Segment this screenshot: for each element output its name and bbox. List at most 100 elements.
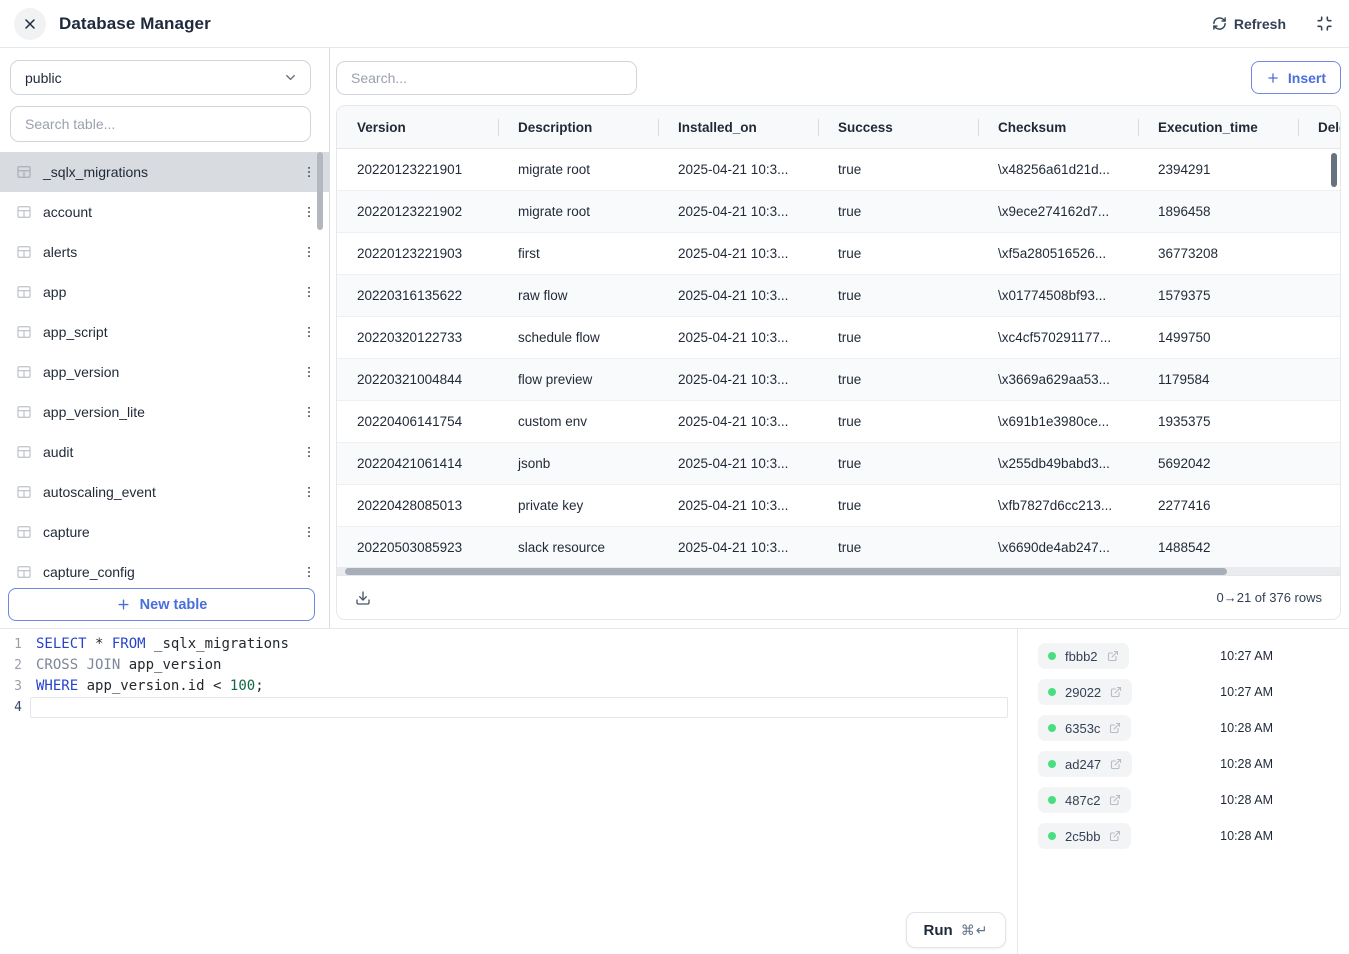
run-button[interactable]: Run ⌘↵ [906,912,1006,948]
table-row[interactable]: 20220320122733schedule flow2025-04-21 10… [337,317,1340,359]
table-cell[interactable]: first [498,233,658,274]
table-cell[interactable] [1298,485,1341,526]
table-row[interactable]: 20220406141754custom env2025-04-21 10:3.… [337,401,1340,443]
insert-button[interactable]: Insert [1251,61,1341,94]
table-cell[interactable]: \x01774508bf93... [978,275,1138,316]
table-cell[interactable] [1298,233,1341,274]
table-menu-button[interactable] [296,439,322,465]
table-row[interactable]: 20220316135622raw flow2025-04-21 10:3...… [337,275,1340,317]
sidebar-table-item[interactable]: app [0,272,330,312]
column-header[interactable]: Checksum [978,106,1138,148]
table-cell[interactable] [1298,317,1341,358]
table-cell[interactable]: 20220503085923 [337,527,498,568]
grid-horizontal-scrollbar[interactable] [345,568,1227,575]
table-cell[interactable]: true [818,401,978,442]
table-cell[interactable]: true [818,275,978,316]
table-row[interactable]: 20220123221902migrate root2025-04-21 10:… [337,191,1340,233]
table-cell[interactable]: 2025-04-21 10:3... [658,527,818,568]
table-cell[interactable]: raw flow [498,275,658,316]
table-cell[interactable] [1298,527,1341,568]
code-line[interactable]: 2CROSS JOIN app_version [0,655,1017,676]
table-cell[interactable]: 20220406141754 [337,401,498,442]
column-header[interactable]: Execution_time [1138,106,1298,148]
table-cell[interactable]: 2025-04-21 10:3... [658,401,818,442]
column-header[interactable]: Version [337,106,498,148]
code-line[interactable]: 3WHERE app_version.id < 100; [0,676,1017,697]
table-cell[interactable]: \x9ece274162d7... [978,191,1138,232]
search-input[interactable] [336,61,637,95]
table-cell[interactable] [1298,401,1341,442]
table-cell[interactable]: 2394291 [1138,149,1298,190]
table-menu-button[interactable] [296,399,322,425]
schema-select[interactable]: public [10,60,311,95]
table-cell[interactable]: 20220123221901 [337,149,498,190]
column-header[interactable]: Success [818,106,978,148]
table-row[interactable]: 20220503085923slack resource2025-04-21 1… [337,527,1340,569]
table-cell[interactable]: 20220421061414 [337,443,498,484]
table-cell[interactable]: 20220428085013 [337,485,498,526]
sidebar-table-item[interactable]: capture_config [0,552,330,592]
table-cell[interactable] [1298,275,1341,316]
column-header[interactable]: Dele [1298,106,1341,148]
table-cell[interactable]: true [818,149,978,190]
table-cell[interactable]: true [818,233,978,274]
grid-vertical-scrollbar[interactable] [1331,153,1337,187]
table-cell[interactable] [1298,443,1341,484]
table-cell[interactable]: \x691b1e3980ce... [978,401,1138,442]
table-cell[interactable]: 1488542 [1138,527,1298,568]
table-search-input[interactable] [10,106,311,142]
sql-editor[interactable]: 1SELECT * FROM _sqlx_migrations2CROSS JO… [0,629,1017,954]
table-cell[interactable] [1298,191,1341,232]
sidebar-table-item[interactable]: alerts [0,232,330,272]
table-cell[interactable]: true [818,191,978,232]
new-table-button[interactable]: New table [8,588,315,621]
table-menu-button[interactable] [296,359,322,385]
sidebar-table-item[interactable]: app_version [0,352,330,392]
table-row[interactable]: 20220428085013private key2025-04-21 10:3… [337,485,1340,527]
table-cell[interactable]: \xfb7827d6cc213... [978,485,1138,526]
table-cell[interactable]: 1896458 [1138,191,1298,232]
table-menu-button[interactable] [296,239,322,265]
table-cell[interactable]: \x3669a629aa53... [978,359,1138,400]
sidebar-table-item[interactable]: app_script [0,312,330,352]
table-cell[interactable]: flow preview [498,359,658,400]
table-cell[interactable]: 1499750 [1138,317,1298,358]
table-cell[interactable]: 2025-04-21 10:3... [658,443,818,484]
sidebar-scrollbar[interactable] [317,152,323,230]
history-pill[interactable]: 2c5bb [1038,823,1131,849]
table-cell[interactable]: 1579375 [1138,275,1298,316]
table-menu-button[interactable] [296,279,322,305]
download-button[interactable] [355,590,371,606]
table-row[interactable]: 20220123221901migrate root2025-04-21 10:… [337,149,1340,191]
table-cell[interactable]: 2025-04-21 10:3... [658,149,818,190]
history-pill[interactable]: ad247 [1038,751,1132,777]
table-cell[interactable]: 1179584 [1138,359,1298,400]
table-cell[interactable]: 20220316135622 [337,275,498,316]
table-menu-button[interactable] [296,519,322,545]
table-cell[interactable]: 2025-04-21 10:3... [658,275,818,316]
refresh-button[interactable]: Refresh [1212,16,1286,32]
table-cell[interactable]: \x255db49babd3... [978,443,1138,484]
sidebar-table-item[interactable]: account [0,192,330,232]
history-pill[interactable]: 487c2 [1038,787,1131,813]
table-cell[interactable]: true [818,317,978,358]
table-cell[interactable]: 2025-04-21 10:3... [658,359,818,400]
close-button[interactable] [14,8,46,40]
table-row[interactable]: 20220321004844flow preview2025-04-21 10:… [337,359,1340,401]
minimize-button[interactable] [1316,15,1333,32]
table-cell[interactable]: \xc4cf570291177... [978,317,1138,358]
column-header[interactable]: Installed_on [658,106,818,148]
table-cell[interactable]: 20220321004844 [337,359,498,400]
code-line[interactable]: 1SELECT * FROM _sqlx_migrations [0,634,1017,655]
table-cell[interactable] [1298,359,1341,400]
table-cell[interactable]: custom env [498,401,658,442]
table-cell[interactable]: true [818,443,978,484]
sidebar-table-item[interactable]: audit [0,432,330,472]
table-cell[interactable]: \x48256a61d21d... [978,149,1138,190]
table-cell[interactable]: \x6690de4ab247... [978,527,1138,568]
table-cell[interactable]: 20220320122733 [337,317,498,358]
table-cell[interactable]: schedule flow [498,317,658,358]
table-cell[interactable]: \xf5a280516526... [978,233,1138,274]
table-cell[interactable]: 2025-04-21 10:3... [658,233,818,274]
history-pill[interactable]: fbbb2 [1038,643,1129,669]
